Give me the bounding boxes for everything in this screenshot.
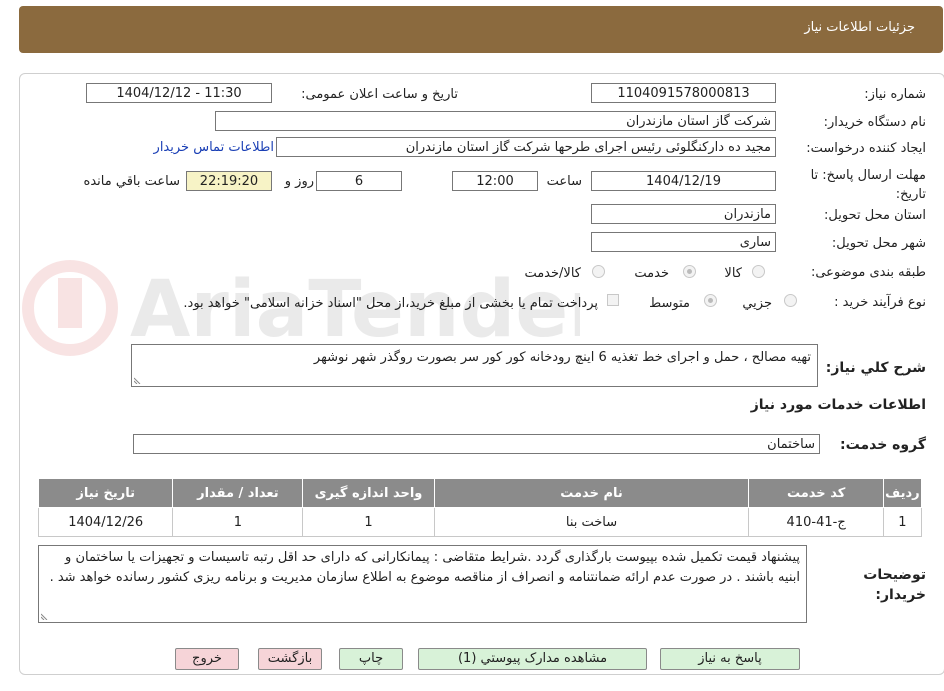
need-number-field[interactable]: 1104091578000813 [591,83,776,103]
col-quantity: تعداد / مقدار [172,478,304,508]
services-section-title: اطلاعات خدمات مورد نیاز [750,397,926,413]
purchase-option-minor: جزیي [742,296,772,311]
table-row[interactable]: 1 ج-41-410 ساخت بنا 1 1 1404/12/26 [37,507,923,537]
description-field[interactable]: تهیه مصالح ، حمل و اجرای خط تغذیه 6 اینچ… [131,344,818,387]
buyer-org-label: نام دستگاه خریدار: [823,115,926,130]
deadline-days-field[interactable]: 6 [316,171,402,191]
print-button[interactable]: چاپ [339,648,403,670]
category-option-goods-service: کالا/خدمت [524,266,581,281]
cell-unit: 1 [302,507,435,537]
purchase-option-medium: متوسط [649,296,690,311]
deadline-time-label: ساعت [546,174,582,189]
back-button[interactable]: بازگشت [258,648,322,670]
col-service-name: نام خدمت [433,478,750,508]
page-title: جزئیات اطلاعات نیاز [804,20,915,35]
category-label: طبقه بندی موضوعی: [810,265,926,280]
requester-field[interactable]: مجید ده دارکنگلوئی رئیس اجرای طرحها شرکت… [276,137,776,157]
col-need-date: تاریخ نیاز [37,478,174,508]
deadline-time-field[interactable]: 12:00 [452,171,538,191]
cell-row-number: 1 [882,507,923,537]
service-group-field[interactable]: ساختمان [133,434,820,454]
delivery-city-field[interactable]: ساری [591,232,776,252]
cell-quantity: 1 [172,507,304,537]
treasury-note: پرداخت تمام یا بخشی از مبلغ خرید،از محل … [183,296,598,311]
announce-datetime-field[interactable]: 1404/12/12 - 11:30 [86,83,272,103]
purchase-radio-medium[interactable] [704,294,717,307]
deadline-date-field[interactable]: 1404/12/19 [591,171,776,191]
category-option-service: خدمت [634,266,669,281]
delivery-province-label: استان محل تحویل: [824,208,926,223]
col-service-code: کد خدمت [748,478,884,508]
category-radio-goods-service[interactable] [592,265,605,278]
cell-service-name: ساخت بنا [433,507,750,537]
remaining-time-label: ساعت باقي مانده [83,174,180,189]
buyer-contact-link[interactable]: اطلاعات تماس خریدار [154,140,274,155]
cell-service-code: ج-41-410 [748,507,884,537]
buyer-notes-label: توضیحات خریدار: [863,567,926,603]
view-attachments-button[interactable]: مشاهده مدارک پیوستي (1) [418,648,647,670]
deadline-label: مهلت ارسال پاسخ: تا تاریخ: [810,168,926,202]
resize-grip-icon[interactable] [134,376,142,384]
exit-button[interactable]: خروج [175,648,239,670]
delivery-province-field[interactable]: مازندران [591,204,776,224]
col-unit: واحد اندازه گیری [302,478,435,508]
announce-datetime-label: تاریخ و ساعت اعلان عمومی: [301,87,458,102]
col-row-number: ردیف [882,478,923,508]
category-radio-goods[interactable] [752,265,765,278]
service-group-label: گروه خدمت: [840,437,926,453]
requester-label: ایجاد کننده درخواست: [806,141,926,156]
treasury-checkbox[interactable] [607,294,619,306]
buyer-notes-field[interactable]: پیشنهاد قیمت تکمیل شده بپیوست بارگذاری گ… [38,545,807,623]
services-table-header: ردیف کد خدمت نام خدمت واحد اندازه گیری ت… [37,478,923,508]
buyer-org-field[interactable]: شرکت گاز استان مازندران [215,111,776,131]
category-option-goods: کالا [724,266,742,281]
description-text: تهیه مصالح ، حمل و اجرای خط تغذیه 6 اینچ… [313,350,811,365]
category-radio-service[interactable] [683,265,696,278]
resize-grip-icon[interactable] [41,612,49,620]
cell-need-date: 1404/12/26 [37,507,174,537]
remaining-time-field: 22:19:20 [186,171,272,191]
description-label: شرح کلي نیاز: [825,360,926,376]
buyer-notes-text: پیشنهاد قیمت تکمیل شده بپیوست بارگذاری گ… [49,550,800,585]
reply-button[interactable]: پاسخ به نیاز [660,648,800,670]
page-header: جزئیات اطلاعات نیاز [19,6,943,53]
deadline-days-label: روز و [284,174,314,189]
services-table: ردیف کد خدمت نام خدمت واحد اندازه گیری ت… [37,478,923,537]
purchase-type-label: نوع فرآیند خرید : [834,295,926,310]
purchase-radio-minor[interactable] [784,294,797,307]
delivery-city-label: شهر محل تحویل: [831,236,926,251]
need-number-label: شماره نیاز: [864,87,926,102]
